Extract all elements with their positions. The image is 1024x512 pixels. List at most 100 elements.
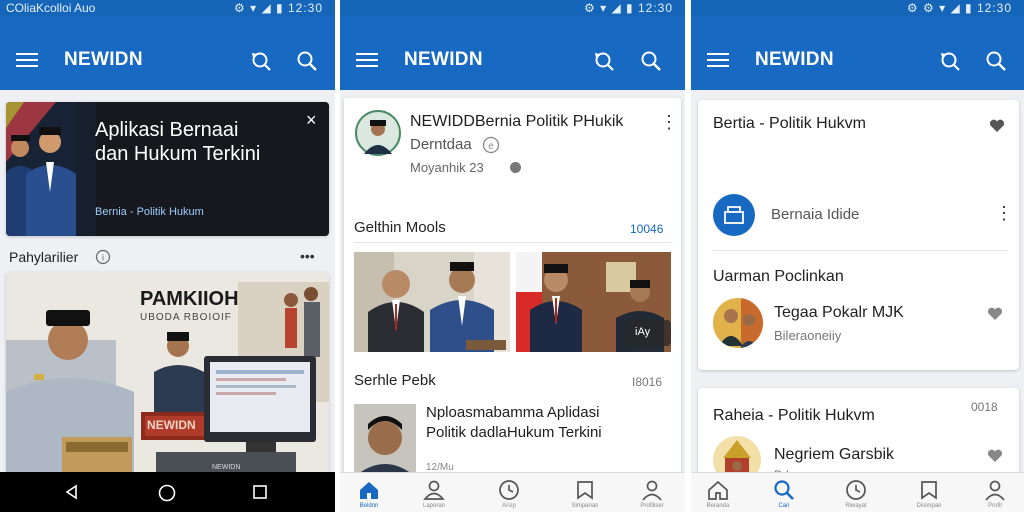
person-pin-icon [423, 480, 445, 500]
nav-label: Beranda [706, 503, 730, 509]
search-icon[interactable] [296, 50, 318, 72]
category-icon[interactable] [713, 194, 755, 236]
feature-card[interactable]: PAMKIIOH UBODA RBOIOIF NEWIDN NEWIDN [6, 272, 329, 482]
nav-label: Laporan [422, 503, 446, 509]
menu-icon[interactable] [16, 53, 38, 67]
clock-icon [499, 480, 519, 500]
home-icon [708, 480, 728, 500]
feature-sign: PAMKIIOH [140, 288, 239, 310]
saved-card-2: Raheia - Politik Hukvm 0018 Negriem Gars… [698, 388, 1019, 478]
refresh-search-icon[interactable] [250, 50, 272, 72]
card-subtitle: Uarman Poclinkan [713, 268, 844, 285]
item-thumbnail[interactable] [713, 296, 763, 350]
screen-detail: ⚙ ▾ ◢ ▮ 12:30 NEWIDN NEWIDDBernia Politi… [340, 0, 685, 512]
item-title-2[interactable]: Negriem Garsbik [774, 446, 894, 464]
search-icon [774, 480, 794, 500]
author-avatar[interactable] [355, 110, 401, 156]
news-photo-1[interactable] [354, 252, 510, 352]
divider [713, 250, 1008, 251]
status-icons: ⚙ ▾ ◢ ▮ 12:30 [584, 1, 673, 15]
nav-label: Profiliser [640, 503, 664, 509]
section-count-2: I8016 [632, 375, 663, 389]
bottom-nav: Beldnn Laporan Arsip Simpanan Profiliser [340, 472, 685, 512]
nav-item-profile[interactable]: Profiliser [632, 479, 672, 511]
article-title-line2[interactable]: Politik dadlaHukum Terkini [426, 424, 602, 441]
section-label-2: Serhle Pebk [354, 372, 436, 389]
card-title[interactable]: Bertia - Politik Hukvm [713, 115, 866, 133]
nav-item-profile[interactable]: Profil [975, 479, 1015, 511]
feature-sign-sub: UBODA RBOIOIF [140, 312, 232, 323]
article-thumbnail[interactable] [354, 404, 416, 474]
item-title[interactable]: Tegaa Pokalr MJK [774, 304, 904, 322]
svg-text:e: e [488, 141, 494, 152]
heart-icon[interactable] [989, 119, 1005, 133]
refresh-search-icon[interactable] [593, 50, 615, 72]
nav-label: Arsip [502, 503, 516, 509]
section-label: Pahylarilier [9, 249, 79, 265]
recents-icon[interactable] [252, 484, 268, 500]
banner-card[interactable]: Aplikasi Bernaai dan Hukum Terkini Berni… [6, 102, 329, 236]
profile-icon [985, 480, 1005, 501]
home-icon [360, 482, 378, 499]
info-icon[interactable]: i [95, 249, 111, 265]
item-subtitle: Bileraoneiiy [774, 328, 842, 343]
nav-label: Disimpan [916, 503, 942, 509]
section-label: Gelthin Mools [354, 219, 446, 236]
section-count: 10046 [630, 222, 664, 236]
nav-label: Profil [988, 503, 1002, 509]
status-bar: ⚙ ▾ ◢ ▮ 12:30 [340, 0, 685, 16]
app-bar: NEWIDN [691, 16, 1024, 90]
more-icon[interactable]: ••• [300, 248, 315, 264]
menu-icon[interactable] [356, 53, 378, 67]
status-icons: ⚙ ▾ ◢ ▮ 12:30 [234, 1, 323, 15]
post-title[interactable]: NEWIDDBernia Politik PHukik [410, 113, 623, 131]
category-label[interactable]: Bernaia Idide [771, 206, 859, 223]
app-title: NEWIDN [404, 49, 483, 70]
desk-sign: NEWIDN [147, 418, 196, 432]
content-card: NEWIDDBernia Politik PHukik Derntdaa e M… [344, 98, 681, 474]
nav-item-history[interactable]: Riwayat [836, 479, 876, 511]
menu-icon[interactable] [707, 53, 729, 67]
nav-item-home[interactable]: Beldnn [349, 479, 389, 511]
app-title: NEWIDN [755, 49, 834, 70]
svg-text:i: i [102, 253, 104, 263]
app-bar: NEWIDN [340, 16, 685, 90]
nav-item-search[interactable]: Cari [764, 479, 804, 511]
nav-item-home[interactable]: Beranda [698, 479, 738, 511]
nav-item-saved[interactable]: Disimpan [909, 479, 949, 511]
status-dot [510, 162, 521, 173]
heart-icon[interactable] [987, 449, 1003, 463]
bookmark-icon [577, 481, 593, 500]
photo-overlay-label: iAy [635, 326, 651, 338]
post-meta: Moyanhik 23 [410, 160, 484, 175]
nav-label: Beldnn [359, 503, 379, 509]
search-icon[interactable] [640, 50, 662, 72]
back-icon[interactable] [64, 484, 80, 500]
nav-item-archive[interactable]: Arsip [489, 479, 529, 511]
app-title: NEWIDN [64, 49, 143, 70]
status-bar: ⚙ ⚙ ▾ ◢ ▮ 12:30 [691, 0, 1024, 16]
home-icon[interactable] [158, 484, 176, 502]
card-title-2[interactable]: Raheia - Politik Hukvm [713, 407, 875, 425]
banner-headline-2: dan Hukum Terkini [95, 143, 261, 165]
carrier-label: COliaKcolloi Auo [6, 1, 96, 15]
banner-headline: Aplikasi Bernaai [95, 119, 239, 141]
search-icon[interactable] [985, 50, 1007, 72]
nav-label: Cari [778, 503, 790, 509]
banner-subtitle: Bernia - Politik Hukum [95, 206, 204, 218]
status-icons: ⚙ ⚙ ▾ ◢ ▮ 12:30 [906, 1, 1012, 15]
close-icon[interactable]: × [306, 110, 317, 131]
article-title-line1[interactable]: Nploasmabamma Aplidasi [426, 404, 599, 421]
saved-card-1: Bertia - Politik Hukvm Bernaia Idide ⋮ U… [698, 100, 1019, 370]
bottom-nav: Beranda Cari Riwayat Disimpan Profil [691, 472, 1024, 512]
nav-label: Simpanan [571, 503, 599, 509]
nav-item-saved[interactable]: Simpanan [565, 479, 605, 511]
screen-home: COliaKcolloi Auo ⚙ ▾ ◢ ▮ 12:30 NEWIDN Ap… [0, 0, 335, 512]
post-more-icon[interactable]: ⋮ [660, 112, 678, 133]
heart-icon[interactable] [987, 307, 1003, 321]
verified-icon: e [482, 136, 500, 154]
nav-item-report[interactable]: Laporan [414, 479, 454, 511]
refresh-search-icon[interactable] [939, 50, 961, 72]
row-more-icon[interactable]: ⋮ [995, 203, 1013, 224]
screen-saved: ⚙ ⚙ ▾ ◢ ▮ 12:30 NEWIDN Bertia - Politik … [691, 0, 1024, 512]
